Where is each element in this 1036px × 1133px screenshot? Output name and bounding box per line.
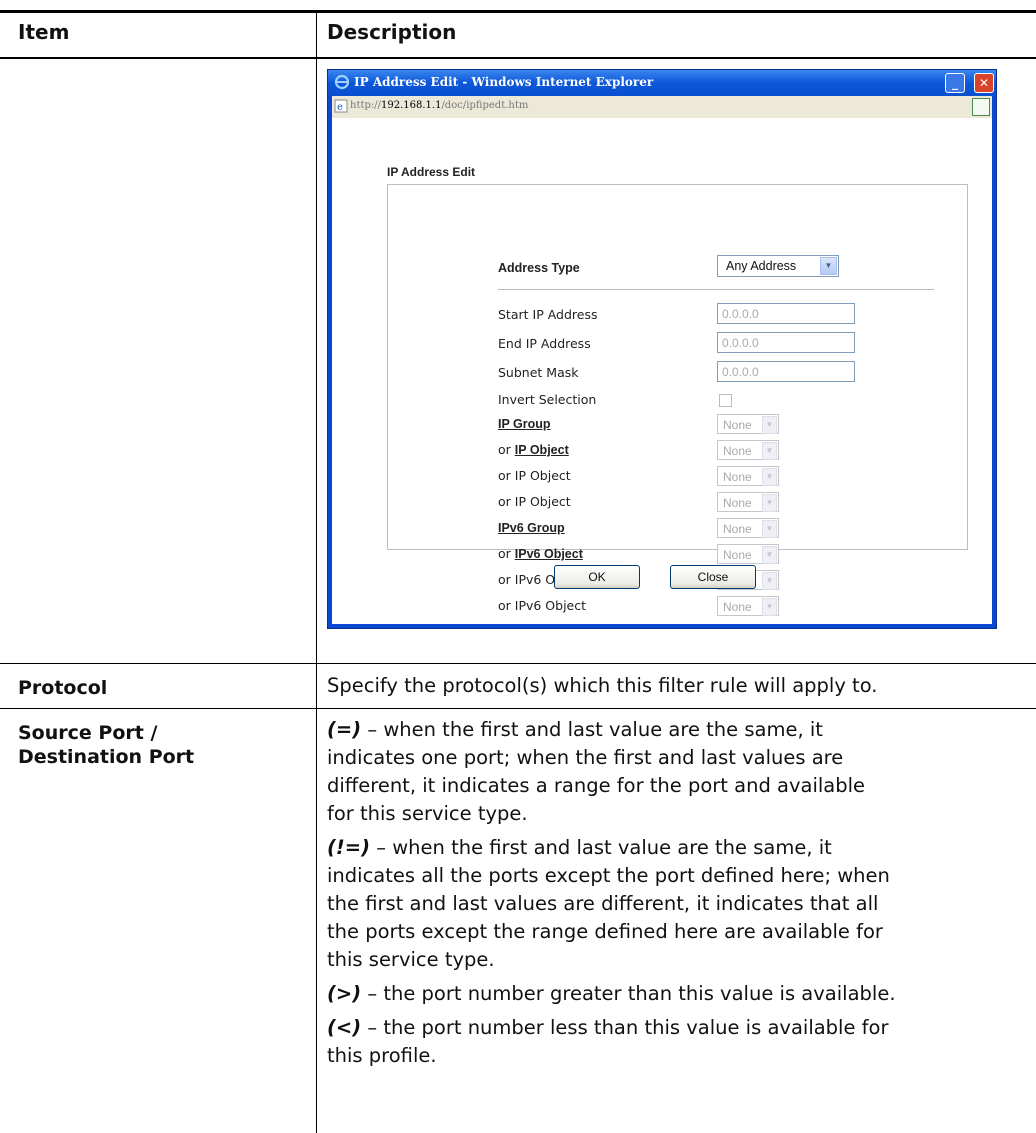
ip-group-link[interactable]: IP Group bbox=[498, 416, 551, 431]
invert-selection-checkbox[interactable] bbox=[719, 394, 732, 407]
ie-window: IP Address Edit - Windows Internet Explo… bbox=[327, 69, 997, 629]
port-entry-greater: (>) – the port number greater than this … bbox=[327, 982, 896, 1005]
chevron-down-icon: ▼ bbox=[762, 572, 777, 590]
port-entry-not-equal: (!=) – when the first and last value are… bbox=[327, 836, 890, 971]
ipv6-group-select[interactable]: None ▼ bbox=[717, 518, 779, 538]
port-entry-less: (<) – the port number less than this val… bbox=[327, 1016, 889, 1067]
end-ip-input[interactable]: 0.0.0.0 bbox=[717, 332, 855, 353]
column-divider bbox=[316, 13, 317, 1133]
ip-object-link[interactable]: IP Object bbox=[515, 443, 569, 457]
row-rule bbox=[0, 708, 1036, 709]
svg-text:e: e bbox=[337, 102, 343, 113]
ip-object-select-1[interactable]: None ▼ bbox=[717, 440, 779, 460]
port-entry-equal: (=) – when the first and last value are … bbox=[327, 718, 866, 825]
form-frame: Address Type Any Address ▼ Start IP Addr… bbox=[387, 184, 968, 616]
subnet-mask-label: Subnet Mask bbox=[498, 365, 579, 380]
ip-object-select-3[interactable]: None ▼ bbox=[717, 492, 779, 512]
address-bar[interactable]: e http://192.168.1.1/doc/ipfipedt.htm bbox=[332, 96, 992, 118]
start-ip-label: Start IP Address bbox=[498, 307, 598, 322]
chevron-down-icon: ▼ bbox=[762, 598, 777, 616]
ipv6-object-select-3[interactable]: None ▼ bbox=[717, 596, 779, 616]
chevron-down-icon: ▼ bbox=[762, 442, 777, 460]
header-item: Item bbox=[18, 20, 70, 44]
invert-selection-label: Invert Selection bbox=[498, 392, 597, 407]
ipv6-object-label-3: or IPv6 Object bbox=[498, 598, 587, 613]
chevron-down-icon: ▼ bbox=[762, 546, 777, 564]
close-button[interactable]: Close bbox=[670, 565, 756, 589]
description-table: Item Description IP Address Edit - Windo… bbox=[0, 0, 1036, 1133]
ie-logo-icon bbox=[334, 74, 350, 90]
ip-object-select-2[interactable]: None ▼ bbox=[717, 466, 779, 486]
ie-title-bar: IP Address Edit - Windows Internet Explo… bbox=[328, 70, 996, 96]
ip-object-label-3: or IP Object bbox=[498, 494, 571, 509]
address-type-label: Address Type bbox=[498, 261, 580, 275]
chevron-down-icon: ▼ bbox=[762, 520, 777, 538]
ie-title-text: IP Address Edit - Windows Internet Explo… bbox=[354, 75, 654, 89]
ip-group-select[interactable]: None ▼ bbox=[717, 414, 779, 434]
ok-button[interactable]: OK bbox=[554, 565, 640, 589]
row-rule bbox=[0, 663, 1036, 664]
ipv6-object-select-1[interactable]: None ▼ bbox=[717, 544, 779, 564]
port-item: Source Port / Destination Port bbox=[18, 722, 195, 768]
address-type-select[interactable]: Any Address ▼ bbox=[717, 255, 839, 277]
minimize-button[interactable]: _ bbox=[945, 73, 965, 93]
close-window-button[interactable]: ✕ bbox=[974, 73, 994, 93]
chevron-down-icon: ▼ bbox=[762, 468, 777, 486]
ip-object-label-2: or IP Object bbox=[498, 468, 571, 483]
end-ip-label: End IP Address bbox=[498, 336, 591, 351]
separator bbox=[498, 289, 934, 290]
ie-content: IP Address Edit Address Type Any Address… bbox=[332, 118, 992, 624]
header-description: Description bbox=[327, 20, 457, 44]
start-ip-input[interactable]: 0.0.0.0 bbox=[717, 303, 855, 324]
ipv6-object-link[interactable]: IPv6 Object bbox=[515, 547, 583, 561]
ipv6-group-link[interactable]: IPv6 Group bbox=[498, 520, 565, 535]
url-text: http://192.168.1.1/doc/ipfipedt.htm bbox=[350, 100, 529, 111]
page-status-icon bbox=[972, 98, 990, 116]
form-title: IP Address Edit bbox=[387, 165, 476, 179]
ipv6-object-link-row: or IPv6 Object bbox=[498, 546, 583, 561]
header-rule bbox=[0, 57, 1036, 59]
table-top-rule bbox=[0, 10, 1036, 13]
page-icon: e bbox=[334, 99, 348, 113]
protocol-description: Specify the protocol(s) which this filte… bbox=[327, 674, 878, 697]
subnet-mask-input[interactable]: 0.0.0.0 bbox=[717, 361, 855, 382]
protocol-item: Protocol bbox=[18, 677, 108, 699]
chevron-down-icon: ▼ bbox=[820, 257, 837, 275]
chevron-down-icon: ▼ bbox=[762, 494, 777, 512]
chevron-down-icon: ▼ bbox=[762, 416, 777, 434]
ip-object-link-row: or IP Object bbox=[498, 442, 569, 457]
